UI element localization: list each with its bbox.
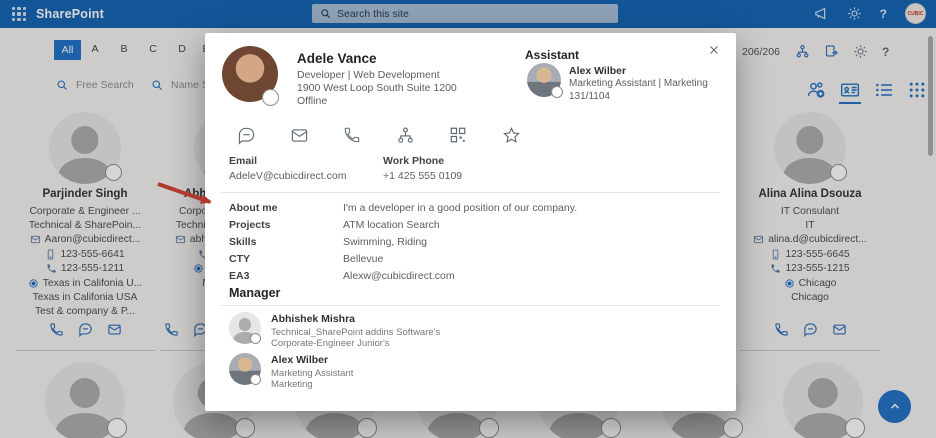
star-icon[interactable]: [494, 123, 528, 147]
manager-heading: Manager: [229, 286, 281, 300]
profile-title: Developer | Web Development: [297, 69, 440, 81]
assistant-detail: 131/1104: [569, 91, 610, 102]
profile-row-label: CTY: [229, 253, 250, 265]
profile-row-value: I'm a developer in a good position of ou…: [343, 202, 578, 214]
profile-row-label: Skills: [229, 236, 257, 248]
assistant-heading: Assistant: [525, 48, 580, 62]
profile-row-value: Bellevue: [343, 253, 384, 265]
manager-line: Marketing: [271, 379, 313, 390]
field-label: Email: [229, 155, 258, 167]
profile-row-value: Alexw@cubicdirect.com: [343, 270, 455, 282]
profile-name: Adele Vance: [297, 51, 377, 66]
divider: [221, 192, 720, 193]
assistant-name[interactable]: Alex Wilber: [569, 65, 626, 77]
close-icon[interactable]: [708, 43, 720, 61]
qr-code-icon[interactable]: [441, 123, 475, 147]
field-value[interactable]: AdeleV@cubicdirect.com: [229, 170, 346, 182]
profile-address: 1900 West Loop South Suite 1200: [297, 82, 457, 94]
profile-row-value: ATM location Search: [343, 219, 440, 231]
profile-row-label: Projects: [229, 219, 271, 231]
profile-row-value: Swimming, Riding: [343, 236, 428, 248]
org-chart-icon[interactable]: [388, 123, 422, 147]
manager-line: Technical_SharePoint addins Software's: [271, 327, 441, 338]
manager-line: Marketing Assistant: [271, 368, 354, 379]
presence-badge: [250, 374, 261, 385]
chat-icon[interactable]: [229, 123, 263, 147]
presence-status: Offline: [297, 95, 328, 107]
sharepoint-people-directory: SharePoint Search this site ? CUBIC All …: [0, 0, 936, 438]
profile-card-modal: Adele Vance Developer | Web Development …: [205, 33, 736, 411]
field-value[interactable]: +1 425 555 0109: [383, 170, 462, 182]
annotation-arrow: [157, 182, 212, 204]
manager-name[interactable]: Alex Wilber: [271, 354, 328, 366]
manager-line: Corporate-Engineer Junior's: [271, 338, 390, 349]
presence-badge: [262, 89, 279, 106]
profile-actions: [229, 123, 528, 147]
presence-badge: [250, 333, 261, 344]
mail-icon[interactable]: [282, 123, 316, 147]
manager-name[interactable]: Abhishek Mishra: [271, 313, 355, 325]
presence-badge: [551, 86, 563, 98]
profile-row-label: EA3: [229, 270, 250, 282]
phone-icon[interactable]: [335, 123, 369, 147]
field-label: Work Phone: [383, 155, 445, 167]
profile-row-label: About me: [229, 202, 278, 214]
divider: [221, 305, 720, 306]
assistant-title: Marketing Assistant | Marketing: [569, 78, 708, 89]
